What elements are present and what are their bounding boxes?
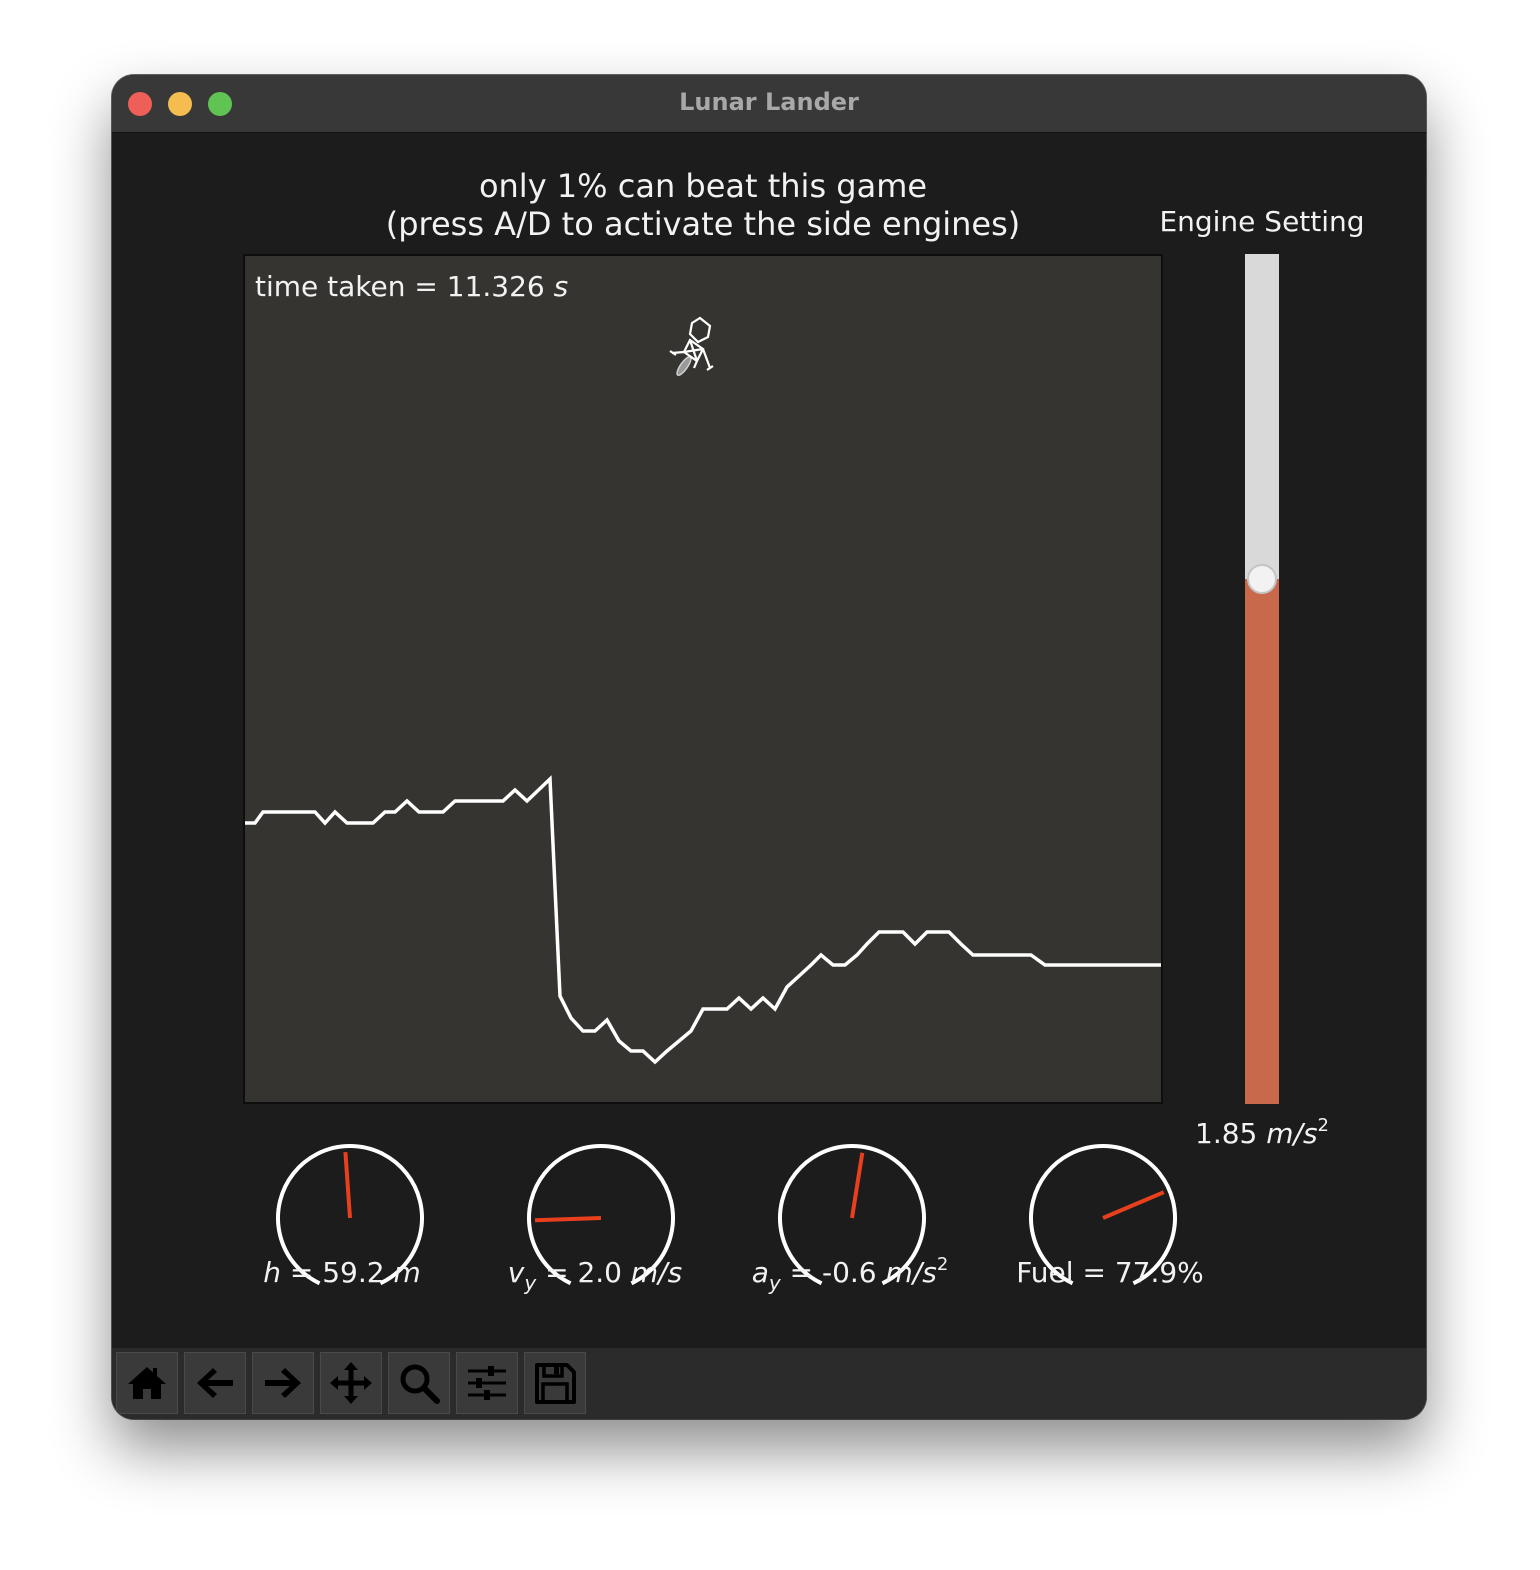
figure-canvas[interactable]: only 1% can beat this game (press A/D to… bbox=[112, 133, 1426, 1348]
home-icon bbox=[128, 1367, 166, 1399]
configure-subplots-button[interactable] bbox=[456, 1352, 518, 1414]
height-gauge-label: h = 59.2 m bbox=[217, 1256, 467, 1289]
height-symbol: h bbox=[263, 1256, 281, 1289]
velocity-subscript: y bbox=[524, 1271, 537, 1295]
acceleration-value: = -0.6 bbox=[789, 1256, 877, 1289]
app-window: Lunar Lander only 1% can beat this game … bbox=[112, 75, 1426, 1419]
fuel-symbol: Fuel bbox=[1016, 1256, 1074, 1289]
back-arrow-icon bbox=[197, 1368, 233, 1398]
acceleration-exponent: 2 bbox=[936, 1254, 949, 1275]
zoom-icon bbox=[400, 1364, 440, 1404]
fuel-gauge-label: Fuel = 77.9% bbox=[985, 1256, 1235, 1289]
vertical-velocity-gauge-needle bbox=[534, 1216, 602, 1223]
height-value: = 59.2 bbox=[289, 1256, 385, 1289]
pan-icon bbox=[330, 1362, 372, 1404]
gauge-panel bbox=[276, 1143, 1177, 1286]
velocity-gauge-label: vy = 2.0 m/s bbox=[470, 1256, 720, 1293]
save-icon bbox=[535, 1363, 576, 1404]
title-bar: Lunar Lander bbox=[112, 75, 1426, 133]
forward-button[interactable] bbox=[252, 1352, 314, 1414]
navigation-toolbar bbox=[112, 1348, 1426, 1419]
velocity-value: = 2.0 bbox=[545, 1256, 622, 1289]
velocity-symbol: v bbox=[507, 1256, 525, 1289]
home-button[interactable] bbox=[116, 1352, 178, 1414]
fuel-value: = 77.9% bbox=[1082, 1256, 1204, 1289]
height-unit: m bbox=[393, 1256, 421, 1289]
acceleration-unit: m/s bbox=[885, 1256, 937, 1289]
acceleration-gauge-label: ay = -0.6 m/s2 bbox=[725, 1254, 975, 1294]
back-button[interactable] bbox=[184, 1352, 246, 1414]
save-button[interactable] bbox=[524, 1352, 586, 1414]
height-gauge-needle bbox=[343, 1152, 352, 1219]
zoom-button[interactable] bbox=[388, 1352, 450, 1414]
fuel-gauge-needle bbox=[1102, 1190, 1165, 1220]
window-title: Lunar Lander bbox=[679, 88, 859, 116]
forward-arrow-icon bbox=[265, 1368, 301, 1398]
acceleration-subscript: y bbox=[768, 1271, 781, 1295]
configure-subplots-icon bbox=[468, 1366, 506, 1400]
acceleration-symbol: a bbox=[751, 1256, 769, 1289]
pan-button[interactable] bbox=[320, 1352, 382, 1414]
vertical-acceleration-gauge-needle bbox=[850, 1152, 865, 1219]
velocity-unit: m/s bbox=[630, 1256, 683, 1289]
